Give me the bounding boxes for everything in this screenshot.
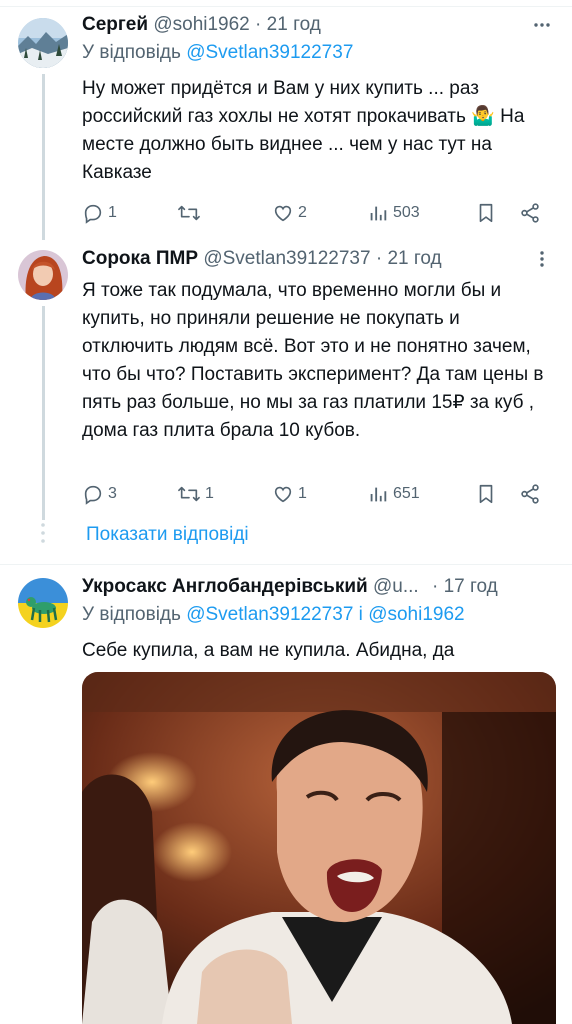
retweet-button[interactable]: 1 — [177, 483, 272, 505]
tweet-text: Я тоже так подумала, что временно могли … — [82, 280, 549, 441]
reply-count: 3 — [108, 485, 117, 502]
timestamp[interactable]: 17 год — [444, 576, 498, 597]
views-icon — [370, 487, 387, 502]
tweet-header: Сергей @sohi1962 · 21 год — [82, 11, 554, 39]
views-count: 503 — [393, 204, 420, 221]
author-handle[interactable]: @u... — [373, 576, 419, 597]
reply-count: 1 — [108, 204, 117, 221]
like-icon — [274, 486, 292, 503]
thread-line — [42, 74, 45, 240]
reply-conjunction: і — [358, 604, 363, 625]
tweet-sergey[interactable]: Сергей @sohi1962 · 21 год У відповідь @S… — [0, 6, 572, 240]
more-icon[interactable] — [530, 11, 554, 39]
bookmark-icon — [479, 203, 493, 223]
like-count: 1 — [298, 485, 307, 502]
author-handle[interactable]: @Svetlan39122737 — [203, 248, 370, 269]
thread-line — [42, 306, 45, 520]
tweet-header: Сорока ПМР @Svetlan39122737 · 21 год — [82, 245, 554, 273]
author-name[interactable]: Укросакс Англобандерівський — [82, 576, 368, 597]
reply-context: У відповідь @Svetlan39122737 — [82, 39, 554, 67]
separator-dot: · — [255, 14, 262, 35]
separator-dot: · — [375, 248, 383, 269]
bookmark-button[interactable] — [475, 202, 519, 224]
animated-gif-image — [82, 672, 556, 1024]
bookmark-button[interactable] — [475, 483, 519, 505]
like-button[interactable]: 2 — [272, 202, 367, 224]
reply-button[interactable]: 1 — [82, 202, 177, 224]
reply-icon — [84, 485, 102, 505]
reply-button[interactable]: 3 — [82, 483, 177, 505]
like-icon — [274, 205, 292, 222]
share-icon — [521, 203, 539, 223]
tweet-ukrosaks[interactable]: Укросакс Англобандерівський @u... · 17 г… — [0, 565, 572, 1024]
timestamp[interactable]: 21 год — [387, 248, 441, 269]
more-icon[interactable] — [530, 245, 554, 273]
like-count: 2 — [298, 204, 307, 221]
author-handle[interactable]: @sohi1962 — [153, 14, 249, 35]
action-bar: 1 2 503 — [82, 199, 554, 227]
avatar[interactable] — [18, 578, 68, 628]
reply-to-link[interactable]: @Svetlan39122737 — [186, 604, 353, 625]
share-icon — [521, 484, 539, 504]
bookmark-icon — [479, 484, 493, 504]
author-name[interactable]: Сорока ПМР — [82, 248, 198, 269]
tweet-media-image[interactable] — [82, 672, 556, 1024]
timestamp[interactable]: 21 год — [267, 14, 321, 35]
reply-context: У відповідь @Svetlan39122737 і @sohi1962 — [82, 601, 554, 629]
avatar[interactable] — [18, 18, 68, 68]
views-button[interactable]: 651 — [367, 483, 475, 505]
views-count: 651 — [393, 485, 420, 502]
views-icon — [370, 206, 387, 221]
share-button[interactable] — [519, 483, 543, 505]
separator-dot: · — [431, 576, 439, 597]
reply-to-link-2[interactable]: @sohi1962 — [368, 604, 464, 625]
retweet-button[interactable] — [177, 202, 272, 224]
like-button[interactable]: 1 — [272, 483, 367, 505]
reply-prefix: У відповідь — [82, 42, 181, 63]
tweet-text: Ну может придётся и Вам у них купить ...… — [82, 78, 530, 183]
views-button[interactable]: 503 — [367, 202, 475, 224]
reply-prefix: У відповідь — [82, 604, 181, 625]
retweet-count: 1 — [205, 485, 214, 502]
author-name[interactable]: Сергей — [82, 14, 148, 35]
thread-continuation-dots — [38, 522, 48, 549]
reply-icon — [84, 204, 102, 224]
tweet-text: Себе купила, а вам не купила. Абидна, да — [82, 640, 455, 661]
action-bar: 3 1 1 651 — [82, 480, 554, 508]
show-replies-link[interactable]: Показати відповіді — [86, 524, 249, 546]
reply-to-link[interactable]: @Svetlan39122737 — [186, 42, 353, 63]
retweet-icon — [178, 486, 200, 502]
tweet-header: Укросакс Англобандерівський @u... · 17 г… — [82, 573, 554, 601]
tweet-soroka[interactable]: Сорока ПМР @Svetlan39122737 · 21 год Я т… — [0, 240, 572, 520]
avatar[interactable] — [18, 250, 68, 300]
retweet-icon — [178, 205, 200, 221]
share-button[interactable] — [519, 202, 543, 224]
